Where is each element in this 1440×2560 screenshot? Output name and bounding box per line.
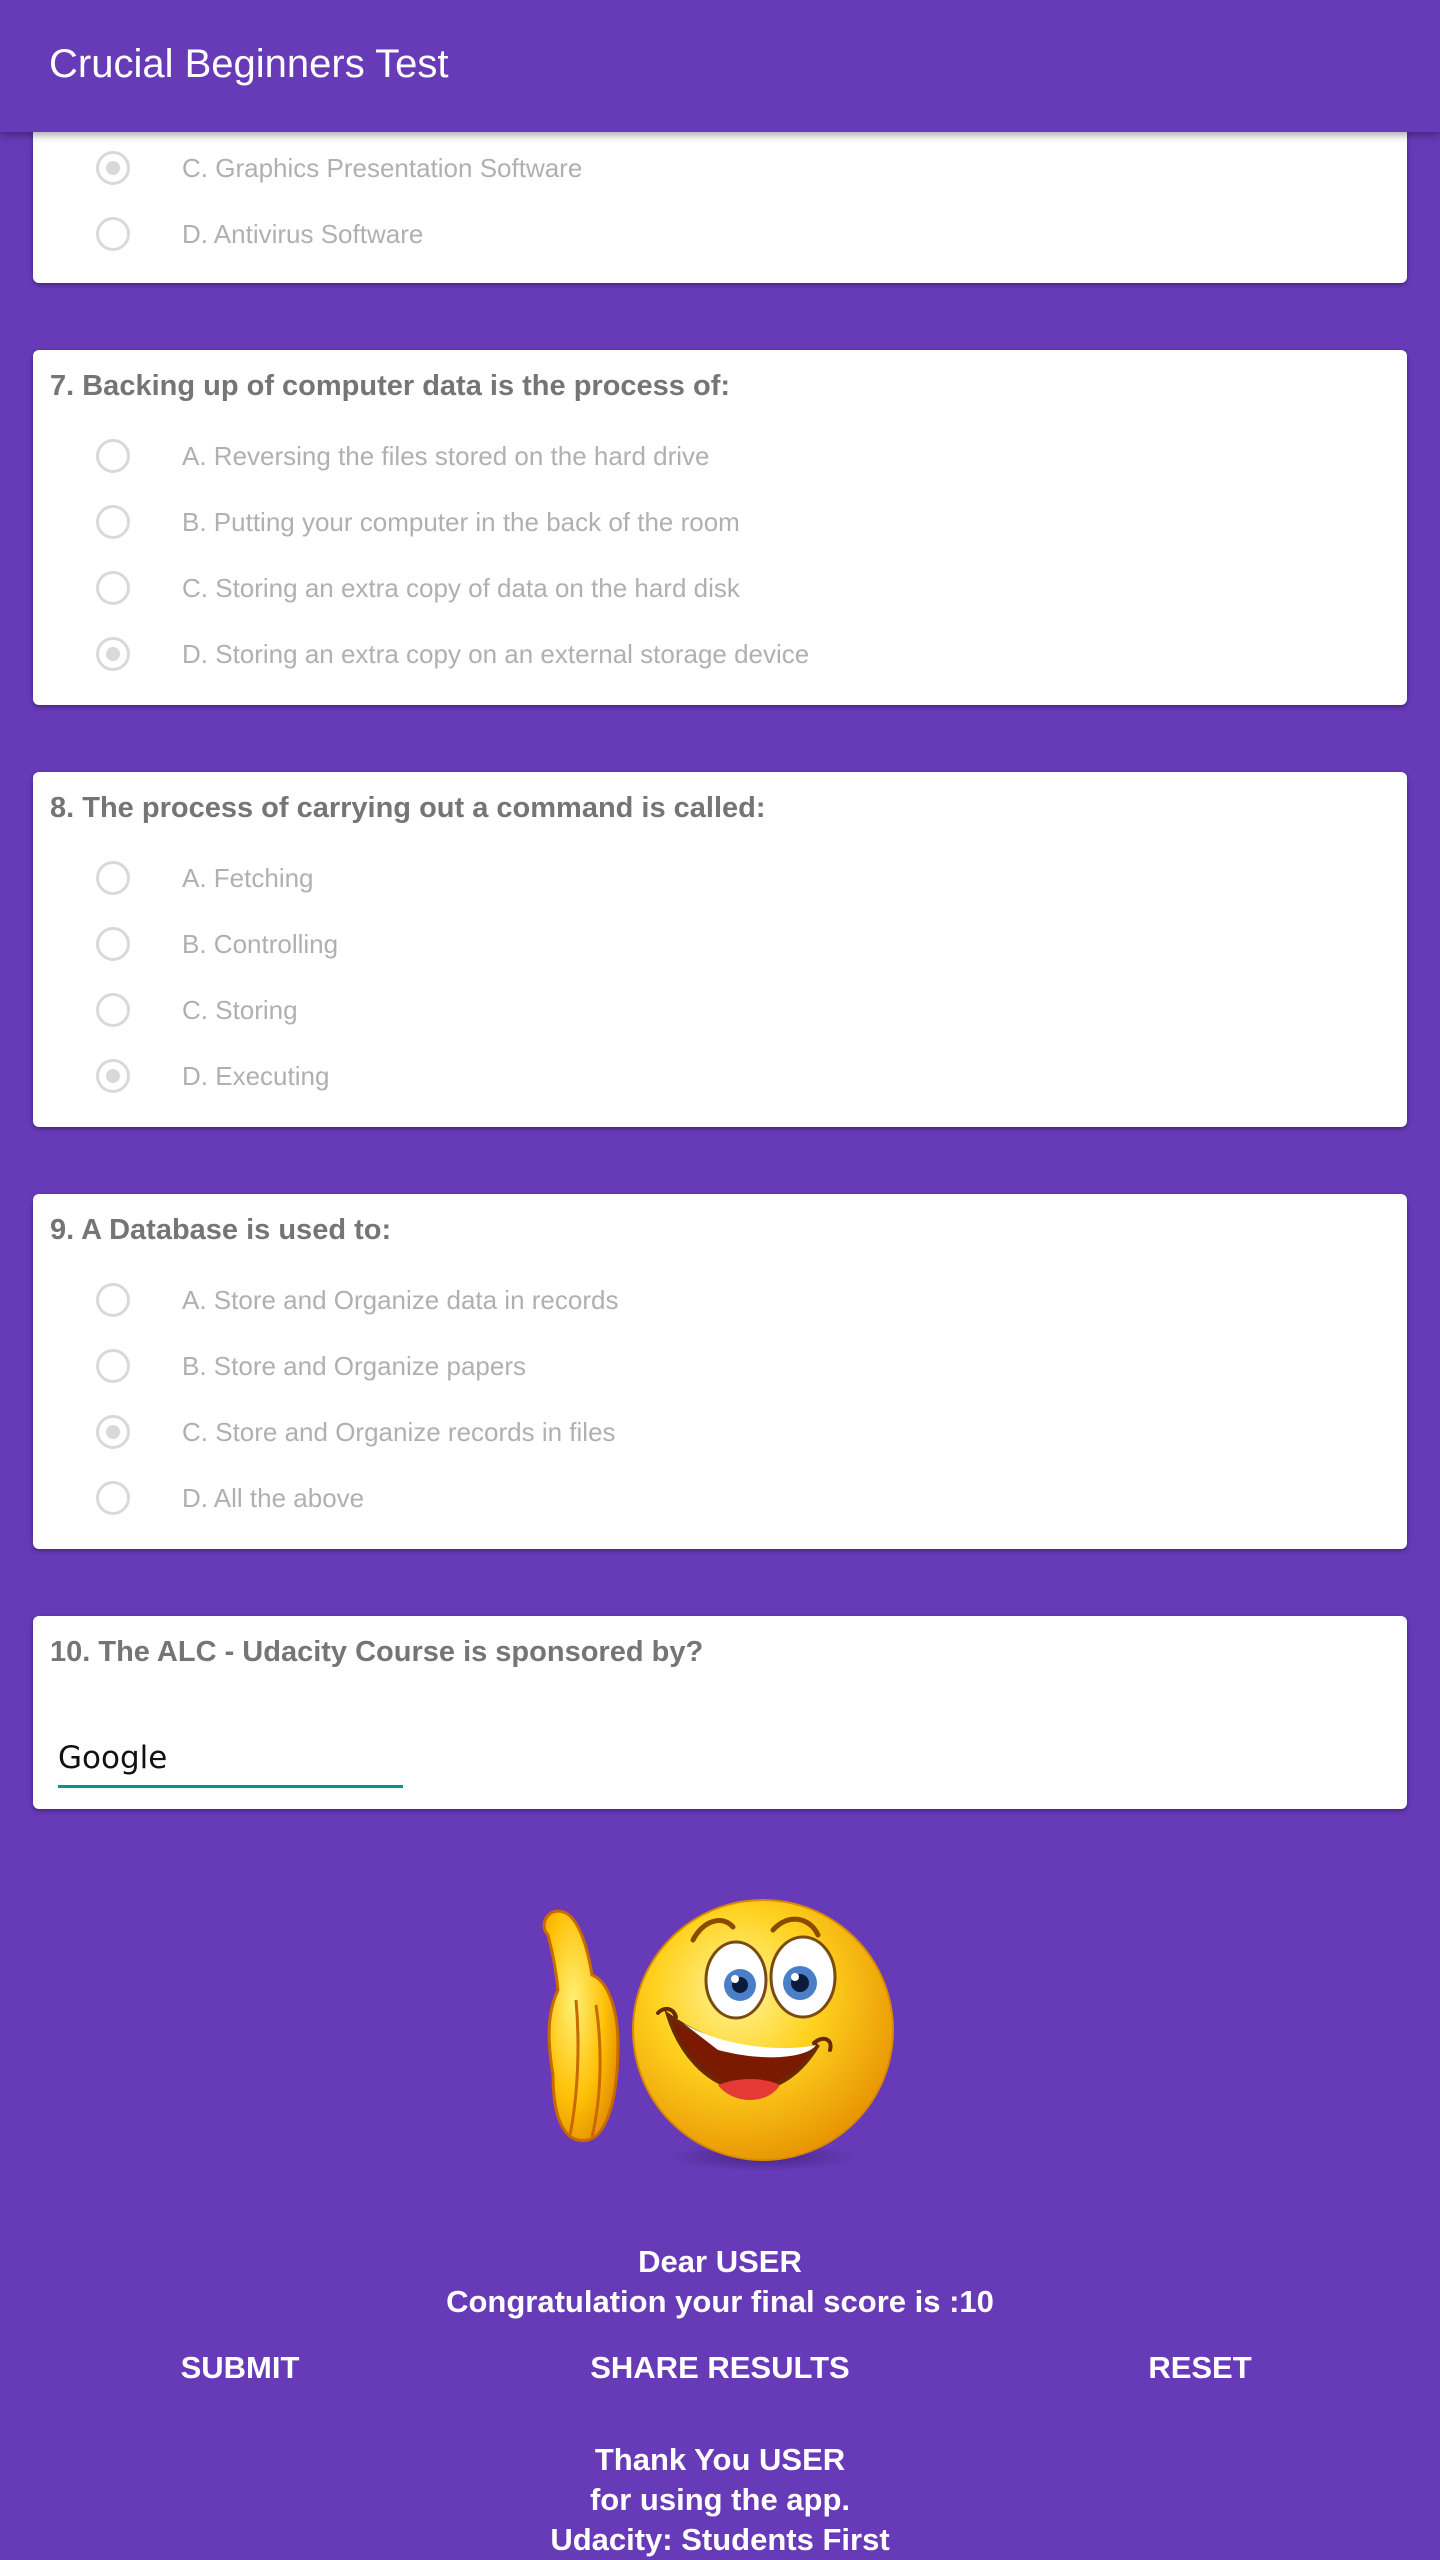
option-label: C. Store and Organize records in files xyxy=(182,1417,616,1447)
option-9d[interactable]: D. All the above xyxy=(96,1476,1296,1524)
question-text: 7. Backing up of computer data is the pr… xyxy=(50,370,731,402)
radio-button[interactable] xyxy=(96,861,130,895)
radio-button-selected[interactable] xyxy=(96,151,130,185)
submit-button[interactable]: SUBMIT xyxy=(150,2350,330,2386)
question-text: 8. The process of carrying out a command… xyxy=(50,792,766,824)
option-label: A. Store and Organize data in records xyxy=(182,1285,619,1315)
option-8d[interactable]: D. Executing xyxy=(96,1054,1296,1102)
result-greeting: Dear USER xyxy=(638,2244,802,2279)
thumbs-up-smiley-icon xyxy=(518,1895,908,2175)
question-card-6: C. Graphics Presentation Software D. Ant… xyxy=(33,118,1407,283)
radio-button[interactable] xyxy=(96,1283,130,1317)
radio-button[interactable] xyxy=(96,439,130,473)
question-text: 9. A Database is used to: xyxy=(50,1214,392,1246)
footer-thank-you: Thank You USER xyxy=(594,2442,846,2477)
option-9a[interactable]: A. Store and Organize data in records xyxy=(96,1278,1296,1326)
option-label: C. Graphics Presentation Software xyxy=(182,153,583,183)
radio-button[interactable] xyxy=(96,571,130,605)
option-6c[interactable]: C. Graphics Presentation Software xyxy=(96,146,1296,194)
option-label: D. Antivirus Software xyxy=(182,219,424,249)
option-9b[interactable]: B. Store and Organize papers xyxy=(96,1344,1296,1392)
option-label: B. Store and Organize papers xyxy=(182,1351,526,1381)
score-message: Congratulation your final score is :10 xyxy=(446,2284,994,2319)
radio-button-selected[interactable] xyxy=(96,637,130,671)
option-7a[interactable]: A. Reversing the files stored on the har… xyxy=(96,434,1296,482)
footer-tagline: Udacity: Students First xyxy=(550,2522,890,2557)
question-card-8: 8. The process of carrying out a command… xyxy=(33,772,1407,1127)
answer-text-field[interactable] xyxy=(58,1736,403,1788)
radio-button-selected[interactable] xyxy=(96,1059,130,1093)
option-8b[interactable]: B. Controlling xyxy=(96,922,1296,970)
radio-button[interactable] xyxy=(96,927,130,961)
radio-button[interactable] xyxy=(96,1481,130,1515)
share-results-button[interactable]: SHARE RESULTS xyxy=(570,2350,870,2386)
radio-button[interactable] xyxy=(96,1349,130,1383)
option-label: D. Storing an extra copy on an external … xyxy=(182,639,810,669)
option-label: B. Controlling xyxy=(182,929,339,959)
radio-button[interactable] xyxy=(96,505,130,539)
reset-button[interactable]: RESET xyxy=(1110,2350,1290,2386)
app-title: Crucial Beginners Test xyxy=(49,42,449,86)
radio-button-selected[interactable] xyxy=(96,1415,130,1449)
option-label: C. Storing an extra copy of data on the … xyxy=(182,573,740,603)
option-8c[interactable]: C. Storing xyxy=(96,988,1296,1036)
option-label: D. Executing xyxy=(182,1061,330,1091)
option-label: A. Fetching xyxy=(182,863,314,893)
option-8a[interactable]: A. Fetching xyxy=(96,856,1296,904)
question-text: 10. The ALC - Udacity Course is sponsore… xyxy=(50,1636,704,1668)
radio-button[interactable] xyxy=(96,993,130,1027)
option-6d[interactable]: D. Antivirus Software xyxy=(96,212,1296,260)
footer-usage-note: for using the app. xyxy=(589,2482,851,2517)
option-7d[interactable]: D. Storing an extra copy on an external … xyxy=(96,632,1296,680)
option-label: D. All the above xyxy=(182,1483,365,1513)
app-bar: Crucial Beginners Test xyxy=(0,0,1440,132)
question-card-7: 7. Backing up of computer data is the pr… xyxy=(33,350,1407,705)
radio-button[interactable] xyxy=(96,217,130,251)
option-label: C. Storing xyxy=(182,995,298,1025)
option-9c[interactable]: C. Store and Organize records in files xyxy=(96,1410,1296,1458)
option-7c[interactable]: C. Storing an extra copy of data on the … xyxy=(96,566,1296,614)
option-label: B. Putting your computer in the back of … xyxy=(182,507,740,537)
question-card-10: 10. The ALC - Udacity Course is sponsore… xyxy=(33,1616,1407,1809)
question-card-9: 9. A Database is used to: A. Store and O… xyxy=(33,1194,1407,1549)
option-label: A. Reversing the files stored on the har… xyxy=(182,441,710,471)
option-7b[interactable]: B. Putting your computer in the back of … xyxy=(96,500,1296,548)
